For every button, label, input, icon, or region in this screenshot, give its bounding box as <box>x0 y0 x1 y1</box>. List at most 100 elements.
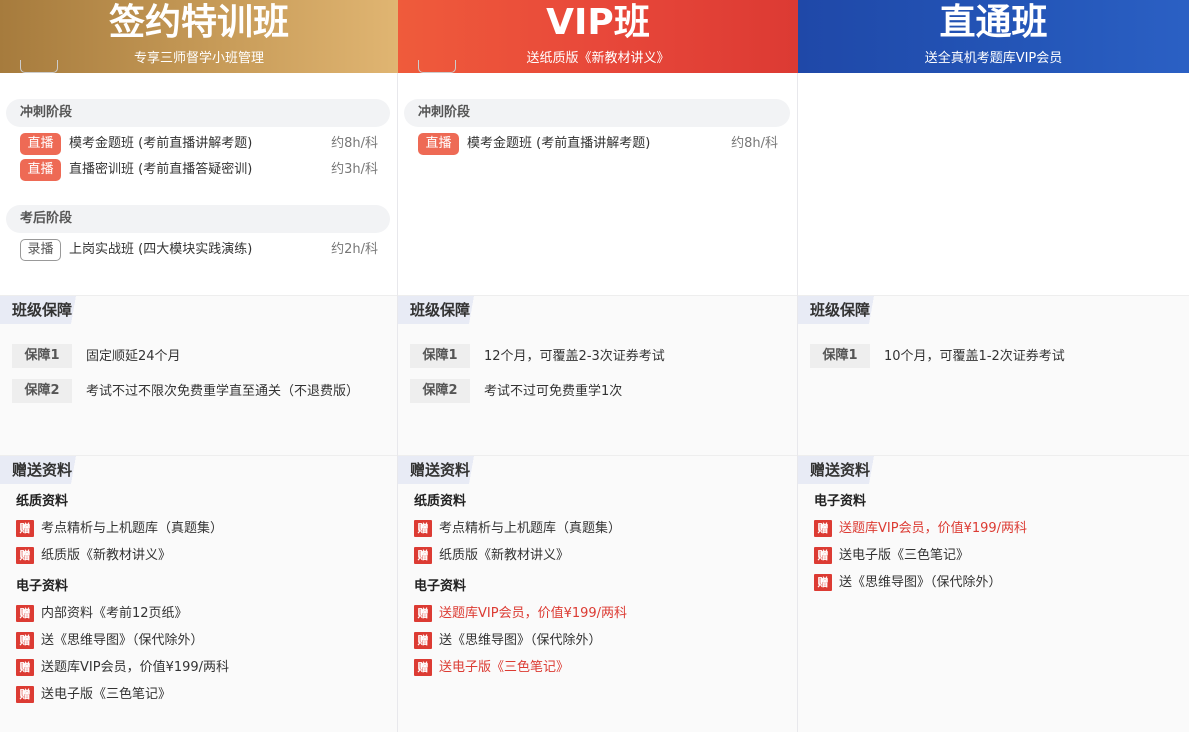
live-tag: 直播 <box>20 159 61 181</box>
course-row[interactable]: 直播 直播密训班 (考前直播答疑密训) 约3h/科 <box>20 159 378 181</box>
gift-icon: 赠 <box>414 605 432 622</box>
material-text: 送题库VIP会员，价值¥199/两科 <box>41 660 230 675</box>
material-text: 内部资料《考前12页纸》 <box>41 606 188 621</box>
stage-heading: 冲刺阶段 <box>404 99 790 127</box>
materials-heading: 纸质资料 <box>414 494 467 509</box>
course-row[interactable]: 直播 模考金题班 (考前直播讲解考题) 约8h/科 <box>418 133 778 155</box>
recorded-tag: 录播 <box>20 239 61 261</box>
column-subtitle: 送纸质版《新教材讲义》 <box>526 51 670 66</box>
stage-heading: 冲刺阶段 <box>6 99 390 127</box>
column-title: 直通班 <box>939 2 1048 43</box>
gift-icon: 赠 <box>414 659 432 676</box>
guarantee-section: 班级保障 保障1 固定顺延24个月 保障2 考试不过不限次免费重学直至通关（不退… <box>0 295 398 455</box>
gift-icon: 赠 <box>814 547 832 564</box>
gift-icon: 赠 <box>414 520 432 537</box>
guarantee-badge: 保障2 <box>12 379 72 403</box>
material-item: 赠 送题库VIP会员，价值¥199/两科 <box>16 659 384 677</box>
column-header[interactable]: 签约特训班 专享三师督学小班管理 <box>0 0 398 73</box>
material-text: 纸质版《新教材讲义》 <box>439 548 570 563</box>
guarantee-text: 12个月，可覆盖2-3次证券考试 <box>484 349 665 364</box>
section-title: 赠送资料 <box>0 456 90 484</box>
gift-icon: 赠 <box>16 520 34 537</box>
material-item: 赠 送电子版《三色笔记》 <box>16 686 384 704</box>
material-text: 送电子版《三色笔记》 <box>439 660 570 675</box>
gift-icon: 赠 <box>414 632 432 649</box>
materials-heading: 纸质资料 <box>16 494 69 509</box>
course-hours: 约8h/科 <box>731 136 778 151</box>
guarantee-badge: 保障2 <box>410 379 470 403</box>
section-title: 赠送资料 <box>398 456 488 484</box>
guarantee-text: 考试不过可免费重学1次 <box>484 384 623 399</box>
material-text: 考点精析与上机题库（真题集） <box>41 521 224 536</box>
guarantee-section: 班级保障 保障1 12个月，可覆盖2-3次证券考试 保障2 考试不过可免费重学1… <box>398 295 798 455</box>
column-express: 直通班 送全真机考题库VIP会员 班级保障 保障1 10个月，可覆盖1-2次证券… <box>798 0 1189 732</box>
column-title: VIP班 <box>546 2 650 43</box>
materials-section: 赠送资料 电子资料 赠 送题库VIP会员，价值¥199/两科 赠 送电子版《三色… <box>798 455 1189 732</box>
course-hours: 约3h/科 <box>331 162 378 177</box>
material-item: 赠 考点精析与上机题库（真题集） <box>16 520 384 538</box>
section-title: 班级保障 <box>398 296 488 324</box>
material-item: 赠 送题库VIP会员，价值¥199/两科 <box>814 520 1175 538</box>
materials-section: 赠送资料 纸质资料 赠 考点精析与上机题库（真题集） 赠 纸质版《新教材讲义》 … <box>0 455 398 732</box>
gift-icon: 赠 <box>814 520 832 537</box>
materials-section: 赠送资料 纸质资料 赠 考点精析与上机题库（真题集） 赠 纸质版《新教材讲义》 … <box>398 455 798 732</box>
gift-icon: 赠 <box>16 686 34 703</box>
course-hours: 约8h/科 <box>331 136 378 151</box>
gift-icon: 赠 <box>16 605 34 622</box>
material-item: 赠 送电子版《三色笔记》 <box>814 547 1175 565</box>
course-row[interactable]: 直播 模考金题班 (考前直播讲解考题) 约8h/科 <box>20 133 378 155</box>
material-item: 赠 送《思维导图》（保代除外） <box>16 632 384 650</box>
gift-icon: 赠 <box>414 547 432 564</box>
course-row[interactable]: 录播 上岗实战班 (四大模块实践演练) 约2h/科 <box>20 239 378 261</box>
materials-heading: 电子资料 <box>814 494 867 509</box>
material-item: 赠 纸质版《新教材讲义》 <box>414 547 784 565</box>
material-text: 送《思维导图》（保代除外） <box>439 633 602 648</box>
section-title: 班级保障 <box>0 296 90 324</box>
material-item: 赠 送题库VIP会员，价值¥199/两科 <box>414 605 784 623</box>
material-item: 赠 内部资料《考前12页纸》 <box>16 605 384 623</box>
guarantee-text: 固定顺延24个月 <box>86 349 181 364</box>
material-text: 送题库VIP会员，价值¥199/两科 <box>439 606 628 621</box>
course-name: 直播密训班 (考前直播答疑密训) <box>69 162 253 177</box>
section-title: 班级保障 <box>798 296 888 324</box>
material-text: 送电子版《三色笔记》 <box>839 548 970 563</box>
materials-heading: 电子资料 <box>414 579 467 594</box>
section-title: 赠送资料 <box>798 456 888 484</box>
guarantee-badge: 保障1 <box>410 344 470 368</box>
material-item: 赠 考点精析与上机题库（真题集） <box>414 520 784 538</box>
clipped-tag <box>20 60 58 73</box>
guarantee-badge: 保障1 <box>810 344 870 368</box>
course-name: 模考金题班 (考前直播讲解考题) <box>69 136 253 151</box>
material-text: 纸质版《新教材讲义》 <box>41 548 172 563</box>
live-tag: 直播 <box>418 133 459 155</box>
guarantee-section: 班级保障 保障1 10个月，可覆盖1-2次证券考试 <box>798 295 1189 455</box>
column-subtitle: 专享三师督学小班管理 <box>133 51 264 66</box>
column-header[interactable]: 直通班 送全真机考题库VIP会员 <box>798 0 1189 73</box>
material-text: 送题库VIP会员，价值¥199/两科 <box>839 521 1028 536</box>
column-vip: VIP班 送纸质版《新教材讲义》 冲刺阶段 直播 模考金题班 (考前直播讲解考题… <box>398 0 798 732</box>
gift-icon: 赠 <box>16 547 34 564</box>
column-subtitle: 送全真机考题库VIP会员 <box>924 51 1063 66</box>
material-text: 考点精析与上机题库（真题集） <box>439 521 622 536</box>
guarantee-text: 10个月，可覆盖1-2次证券考试 <box>884 349 1065 364</box>
course-hours: 约2h/科 <box>331 242 378 257</box>
material-text: 送《思维导图》（保代除外） <box>41 633 204 648</box>
gift-icon: 赠 <box>814 574 832 591</box>
live-tag: 直播 <box>20 133 61 155</box>
guarantee-text: 考试不过不限次免费重学直至通关（不退费版） <box>86 384 360 399</box>
materials-heading: 电子资料 <box>16 579 69 594</box>
material-item: 赠 送电子版《三色笔记》 <box>414 659 784 677</box>
gift-icon: 赠 <box>16 659 34 676</box>
course-name: 模考金题班 (考前直播讲解考题) <box>467 136 651 151</box>
column-title: 签约特训班 <box>108 2 289 43</box>
stage-heading: 考后阶段 <box>6 205 390 233</box>
material-item: 赠 送《思维导图》（保代除外） <box>814 574 1175 592</box>
guarantee-badge: 保障1 <box>12 344 72 368</box>
clipped-tag <box>418 60 456 73</box>
material-item: 赠 纸质版《新教材讲义》 <box>16 547 384 565</box>
column-sign-training: 签约特训班 专享三师督学小班管理 冲刺阶段 直播 模考金题班 (考前直播讲解考题… <box>0 0 398 732</box>
course-name: 上岗实战班 (四大模块实践演练) <box>69 242 253 257</box>
material-text: 送《思维导图》（保代除外） <box>839 575 1002 590</box>
gift-icon: 赠 <box>16 632 34 649</box>
column-header[interactable]: VIP班 送纸质版《新教材讲义》 <box>398 0 798 73</box>
